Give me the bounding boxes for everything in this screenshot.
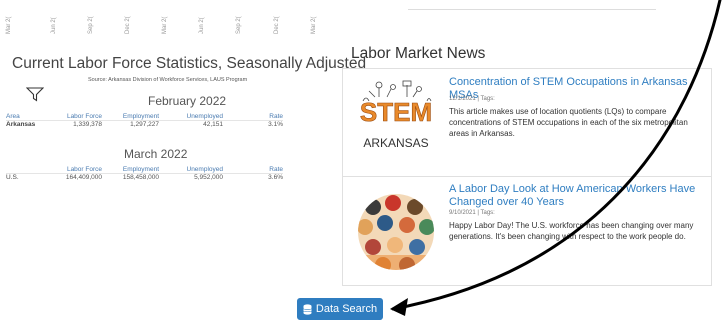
cell-unemployed: 42,151 bbox=[159, 120, 223, 128]
cell-rate: 3.6% bbox=[223, 173, 283, 181]
article-summary: This article makes use of location quoti… bbox=[449, 107, 688, 138]
axis-tick: Jun 2( bbox=[51, 17, 57, 34]
period-label-march: March 2022 bbox=[124, 147, 188, 161]
labor-table-arkansas: Area Labor Force Employment Unemployed R… bbox=[6, 113, 283, 128]
labor-table-us: Labor Force Employment Unemployed Rate U… bbox=[6, 166, 283, 181]
article-summary: Happy Labor Day! The U.S. workforce has … bbox=[449, 221, 694, 241]
article-title-link[interactable]: A Labor Day Look at How American Workers… bbox=[449, 183, 707, 208]
data-search-label: Data Search bbox=[315, 303, 378, 315]
axis-tick: Sep 2( bbox=[236, 16, 242, 34]
axis-tick: Mar 2( bbox=[162, 16, 168, 34]
column-header-rate: Rate bbox=[269, 166, 283, 173]
table-row: Arkansas 1,339,378 1,297,227 42,151 3.1% bbox=[6, 120, 283, 128]
column-header-area bbox=[6, 166, 48, 174]
axis-tick: Dec 2( bbox=[125, 16, 131, 34]
axis-tick: Dec 2( bbox=[274, 16, 280, 34]
table-header-row: Labor Force Employment Unemployed Rate bbox=[6, 166, 283, 174]
column-header-unemployed: Unemployed bbox=[186, 113, 224, 120]
news-section-title: Labor Market News bbox=[351, 45, 486, 62]
axis-tick: Jun 2( bbox=[199, 17, 205, 34]
divider bbox=[343, 176, 711, 177]
cell-employment: 1,297,227 bbox=[102, 120, 159, 128]
axis-tick: Mar 2( bbox=[311, 16, 317, 34]
column-header-labor-force: Labor Force bbox=[66, 166, 102, 173]
cell-area: Arkansas bbox=[6, 120, 48, 128]
table-header-row: Area Labor Force Employment Unemployed R… bbox=[6, 113, 283, 121]
article-meta: 12/1/2021 | Tags: bbox=[449, 96, 495, 102]
arkansas-image-text: ARKANSAS bbox=[363, 136, 428, 150]
column-header-employment: Employment bbox=[122, 113, 159, 120]
labor-stats-source: Source: Arkansas Division of Workforce S… bbox=[88, 77, 248, 83]
database-icon bbox=[303, 303, 312, 315]
column-header-labor-force: Labor Force bbox=[66, 113, 102, 120]
diverse-people-image bbox=[358, 194, 434, 270]
axis-tick: Mar 2( bbox=[6, 16, 12, 34]
column-header-unemployed: Unemployed bbox=[186, 166, 224, 173]
divider bbox=[408, 9, 656, 10]
funnel-icon[interactable] bbox=[26, 87, 44, 102]
axis-tick: Sep 2( bbox=[88, 16, 94, 34]
cell-labor-force: 164,409,000 bbox=[48, 173, 102, 181]
chart-x-axis: Mar 2( Jun 2( Sep 2( Dec 2( Mar 2( Jun 2… bbox=[0, 0, 330, 36]
cell-area: U.S. bbox=[6, 173, 48, 181]
period-label-february: February 2022 bbox=[148, 94, 227, 108]
cell-unemployed: 5,952,000 bbox=[159, 173, 223, 181]
column-header-employment: Employment bbox=[122, 166, 159, 173]
column-header-area: Area bbox=[6, 113, 20, 120]
data-search-button[interactable]: Data Search bbox=[297, 298, 383, 320]
article-meta: 9/10/2021 | Tags: bbox=[449, 210, 495, 216]
news-list: STEM ARKANSAS Concentration of STEM Occu… bbox=[342, 68, 712, 286]
stem-arkansas-image: STEM ARKANSAS bbox=[360, 80, 432, 150]
column-header-rate: Rate bbox=[269, 113, 283, 120]
table-row: U.S. 164,409,000 158,458,000 5,952,000 3… bbox=[6, 173, 283, 181]
cell-employment: 158,458,000 bbox=[102, 173, 159, 181]
cell-labor-force: 1,339,378 bbox=[48, 120, 102, 128]
stem-image-text: STEM bbox=[360, 97, 432, 127]
cell-rate: 3.1% bbox=[223, 120, 283, 128]
labor-stats-title: Current Labor Force Statistics, Seasonal… bbox=[12, 55, 367, 72]
